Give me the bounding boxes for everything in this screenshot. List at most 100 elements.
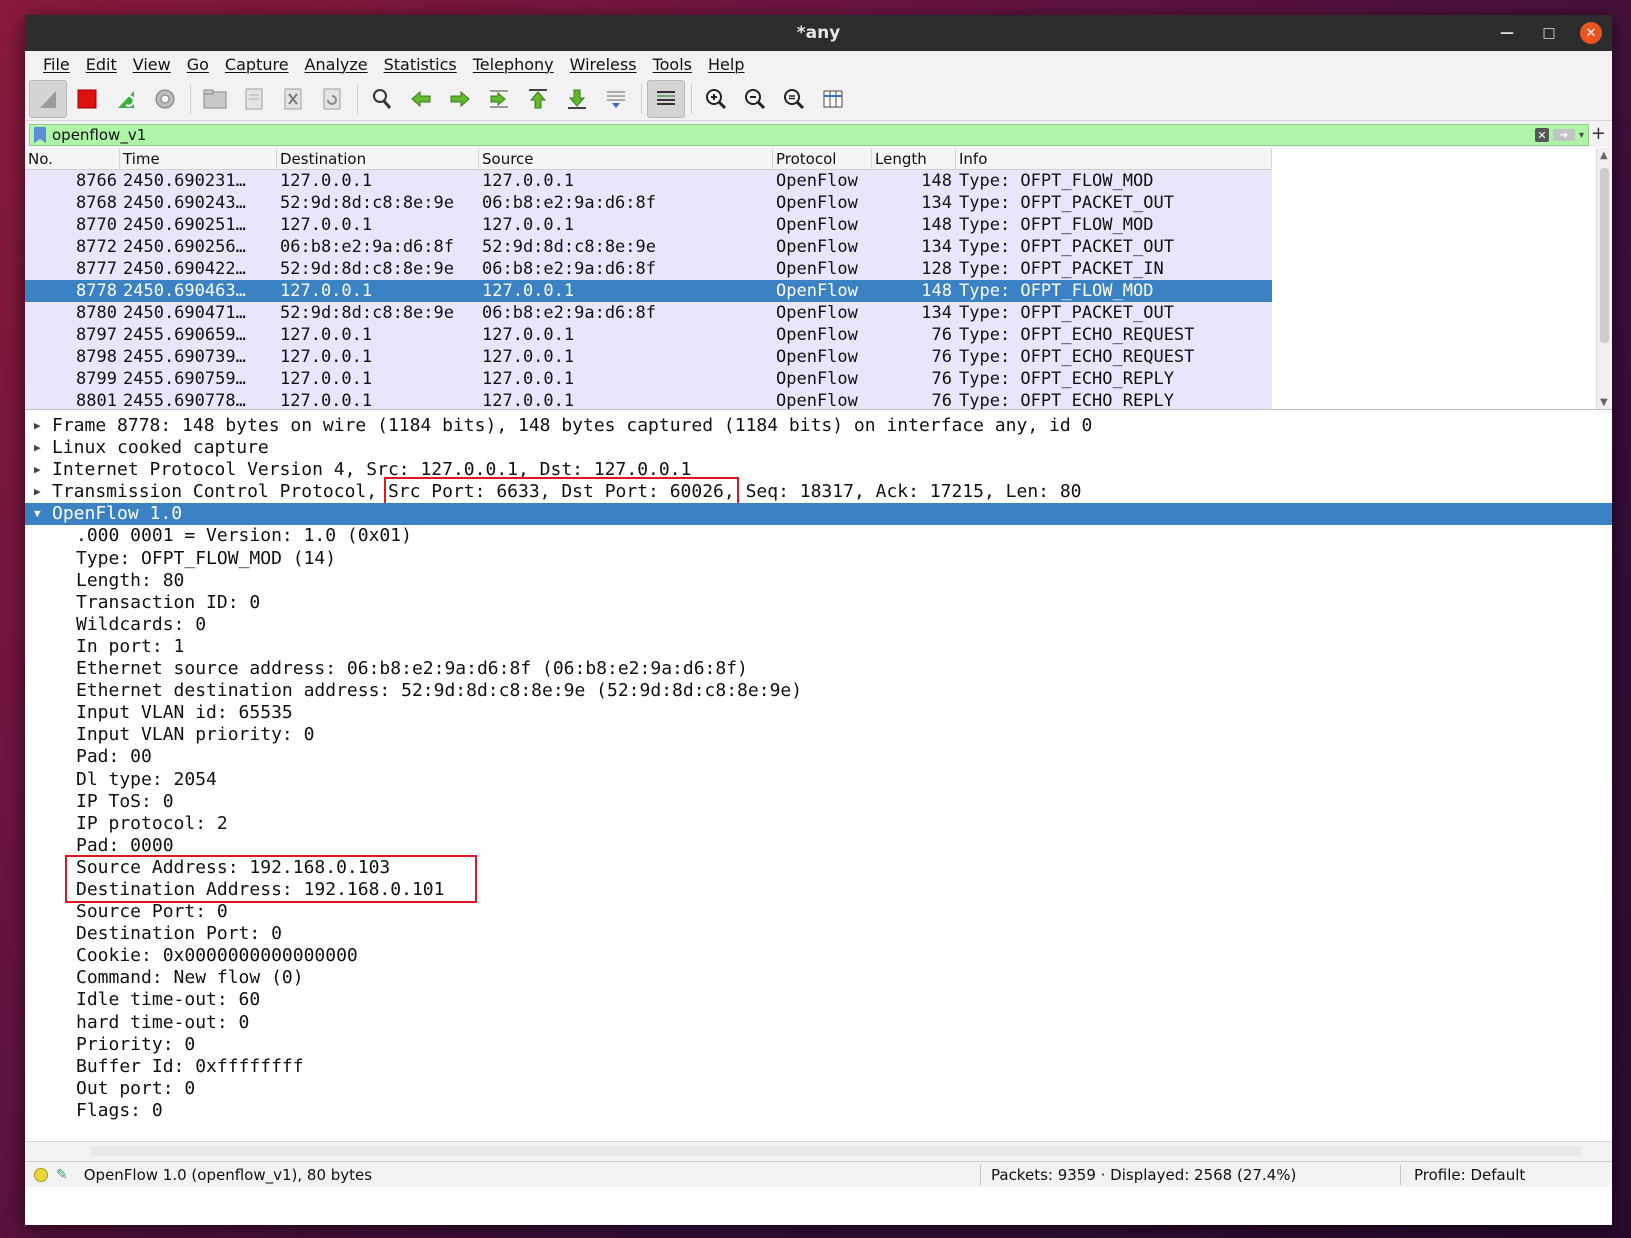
column-header-protocol[interactable]: Protocol [773, 148, 872, 169]
clear-filter-icon[interactable]: ✕ [1534, 128, 1549, 142]
openflow-field[interactable]: Out port: 0 [25, 1078, 1612, 1100]
add-filter-button-icon[interactable]: + [1591, 123, 1606, 144]
openflow-field[interactable]: In port: 1 [25, 636, 1612, 658]
openflow-field[interactable]: Priority: 0 [25, 1034, 1612, 1056]
pane-splitter[interactable] [25, 1141, 1612, 1161]
maximize-icon[interactable]: □ [1538, 22, 1560, 44]
bytes-pane-scrollbar[interactable] [91, 1146, 1581, 1156]
openflow-field[interactable]: Transaction ID: 0 [25, 592, 1612, 614]
tree-item-tcp[interactable]: ▶ Transmission Control Protocol, Src Por… [25, 477, 1612, 507]
menu-go[interactable]: Go [179, 55, 217, 74]
openflow-field[interactable]: Input VLAN id: 65535 [25, 702, 1612, 724]
menu-file[interactable]: File [35, 55, 78, 74]
go-first-icon[interactable] [519, 80, 557, 118]
menu-edit[interactable]: Edit [78, 55, 125, 74]
tree-item-ipv4[interactable]: ▶ Internet Protocol Version 4, Src: 127.… [25, 459, 1612, 481]
openflow-field[interactable]: Flags: 0 [25, 1100, 1612, 1122]
display-filter-input[interactable]: openflow_v1 ✕ ➔ ▾ [29, 124, 1589, 146]
column-header-source[interactable]: Source [479, 148, 773, 169]
tree-item-openflow-selected[interactable]: ▼ OpenFlow 1.0 [25, 503, 1612, 526]
openflow-field[interactable]: Source Port: 0 [25, 901, 1612, 923]
packet-row[interactable]: 8768 2450.690243… 52:9d:8d:c8:8e:9e 06:b… [25, 192, 1272, 214]
zoom-normal-icon[interactable] [775, 80, 813, 118]
shark-fin-start-icon[interactable] [29, 79, 67, 118]
packet-row[interactable]: 8777 2450.690422… 52:9d:8d:c8:8e:9e 06:b… [25, 258, 1272, 280]
packet-row[interactable]: 8799 2455.690759… 127.0.0.1 127.0.0.1 Op… [25, 368, 1272, 390]
openflow-field[interactable]: Length: 80 [25, 570, 1612, 592]
zoom-out-icon[interactable] [736, 80, 774, 118]
reload-file-icon[interactable] [313, 80, 351, 118]
open-file-icon[interactable] [196, 80, 234, 118]
packet-row-selected[interactable]: 8778 2450.690463… 127.0.0.1 127.0.0.1 Op… [25, 280, 1272, 302]
status-profile[interactable]: Profile: Default [1414, 1166, 1525, 1184]
colorize-icon[interactable] [647, 79, 685, 118]
expert-info-indicator-icon[interactable] [34, 1167, 48, 1182]
go-last-icon[interactable] [558, 80, 596, 118]
close-file-icon[interactable] [274, 80, 312, 118]
openflow-field[interactable]: Wildcards: 0 [25, 614, 1612, 636]
openflow-field[interactable]: Dl type: 2054 [25, 769, 1612, 791]
column-header-info[interactable]: Info [956, 148, 1272, 169]
capture-options-icon[interactable] [146, 80, 184, 118]
go-to-packet-icon[interactable] [480, 80, 518, 118]
openflow-field-source-address[interactable]: Source Address: 192.168.0.103 [25, 857, 1612, 879]
expand-arrow-icon[interactable]: ▶ [34, 459, 41, 481]
openflow-field[interactable]: Type: OFPT_FLOW_MOD (14) [25, 548, 1612, 570]
packet-row[interactable]: 8766 2450.690231… 127.0.0.1 127.0.0.1 Op… [25, 170, 1272, 192]
packet-row[interactable]: 8801 2455.690778… 127.0.0.1 127.0.0.1 Op… [25, 390, 1272, 409]
openflow-field[interactable]: Ethernet source address: 06:b8:e2:9a:d6:… [25, 658, 1612, 680]
expand-arrow-icon[interactable]: ▶ [34, 481, 41, 503]
tree-item-linux-cooked[interactable]: ▶ Linux cooked capture [25, 437, 1612, 459]
openflow-field-destination-address[interactable]: Destination Address: 192.168.0.101 [25, 879, 1612, 901]
openflow-field[interactable]: IP ToS: 0 [25, 791, 1612, 813]
packet-row[interactable]: 8797 2455.690659… 127.0.0.1 127.0.0.1 Op… [25, 324, 1272, 346]
column-header-destination[interactable]: Destination [277, 148, 479, 169]
column-header-time[interactable]: Time [120, 148, 277, 169]
resize-columns-icon[interactable] [814, 80, 852, 118]
openflow-field[interactable]: hard time-out: 0 [25, 1012, 1612, 1034]
packet-row[interactable]: 8772 2450.690256… 06:b8:e2:9a:d6:8f 52:9… [25, 236, 1272, 258]
go-forward-icon[interactable] [441, 80, 479, 118]
openflow-field[interactable]: Buffer Id: 0xffffffff [25, 1056, 1612, 1078]
close-icon[interactable]: ✕ [1580, 22, 1602, 44]
expand-arrow-icon[interactable]: ▶ [34, 415, 41, 437]
find-packet-icon[interactable] [363, 80, 401, 118]
menu-wireless[interactable]: Wireless [562, 55, 645, 74]
autoscroll-icon[interactable] [597, 80, 635, 118]
expand-arrow-icon[interactable]: ▶ [34, 437, 41, 459]
minimize-icon[interactable]: — [1496, 22, 1518, 44]
column-header-length[interactable]: Length [872, 148, 956, 169]
openflow-field[interactable]: Pad: 00 [25, 746, 1612, 768]
openflow-field[interactable]: .000 0001 = Version: 1.0 (0x01) [25, 525, 1612, 547]
column-header-no[interactable]: No. [25, 148, 120, 169]
packet-list-scroll-thumb[interactable] [1600, 168, 1609, 343]
menu-tools[interactable]: Tools [645, 55, 700, 74]
scroll-up-icon[interactable]: ▲ [1600, 150, 1608, 161]
packet-row[interactable]: 8780 2450.690471… 52:9d:8d:c8:8e:9e 06:b… [25, 302, 1272, 324]
restart-capture-icon[interactable] [107, 80, 145, 118]
apply-filter-icon[interactable]: ➔ [1552, 129, 1575, 141]
display-filter-text[interactable]: openflow_v1 [52, 126, 146, 144]
openflow-field[interactable]: Ethernet destination address: 52:9d:8d:c… [25, 680, 1612, 702]
menu-analyze[interactable]: Analyze [297, 55, 376, 74]
save-file-icon[interactable] [235, 80, 273, 118]
packet-list-scrollbar[interactable]: ▲ ▼ [1596, 148, 1612, 409]
openflow-field[interactable]: Input VLAN priority: 0 [25, 724, 1612, 746]
menu-telephony[interactable]: Telephony [465, 55, 562, 74]
openflow-field[interactable]: Pad: 0000 [25, 835, 1612, 857]
stop-capture-icon[interactable] [68, 80, 106, 118]
filter-bookmark-icon[interactable] [34, 127, 46, 143]
openflow-field[interactable]: Cookie: 0x0000000000000000 [25, 945, 1612, 967]
go-back-icon[interactable] [402, 80, 440, 118]
packet-row[interactable]: 8770 2450.690251… 127.0.0.1 127.0.0.1 Op… [25, 214, 1272, 236]
menu-capture[interactable]: Capture [217, 55, 297, 74]
openflow-field[interactable]: Destination Port: 0 [25, 923, 1612, 945]
menu-help[interactable]: Help [700, 55, 752, 74]
menu-statistics[interactable]: Statistics [376, 55, 465, 74]
openflow-field[interactable]: Idle time-out: 60 [25, 989, 1612, 1011]
openflow-field[interactable]: Command: New flow (0) [25, 967, 1612, 989]
collapse-arrow-icon[interactable]: ▼ [34, 503, 41, 525]
tree-item-frame[interactable]: ▶ Frame 8778: 148 bytes on wire (1184 bi… [25, 415, 1612, 437]
capture-comment-icon[interactable]: ✎ [56, 1167, 68, 1183]
filter-history-dropdown-icon[interactable]: ▾ [1579, 130, 1584, 141]
